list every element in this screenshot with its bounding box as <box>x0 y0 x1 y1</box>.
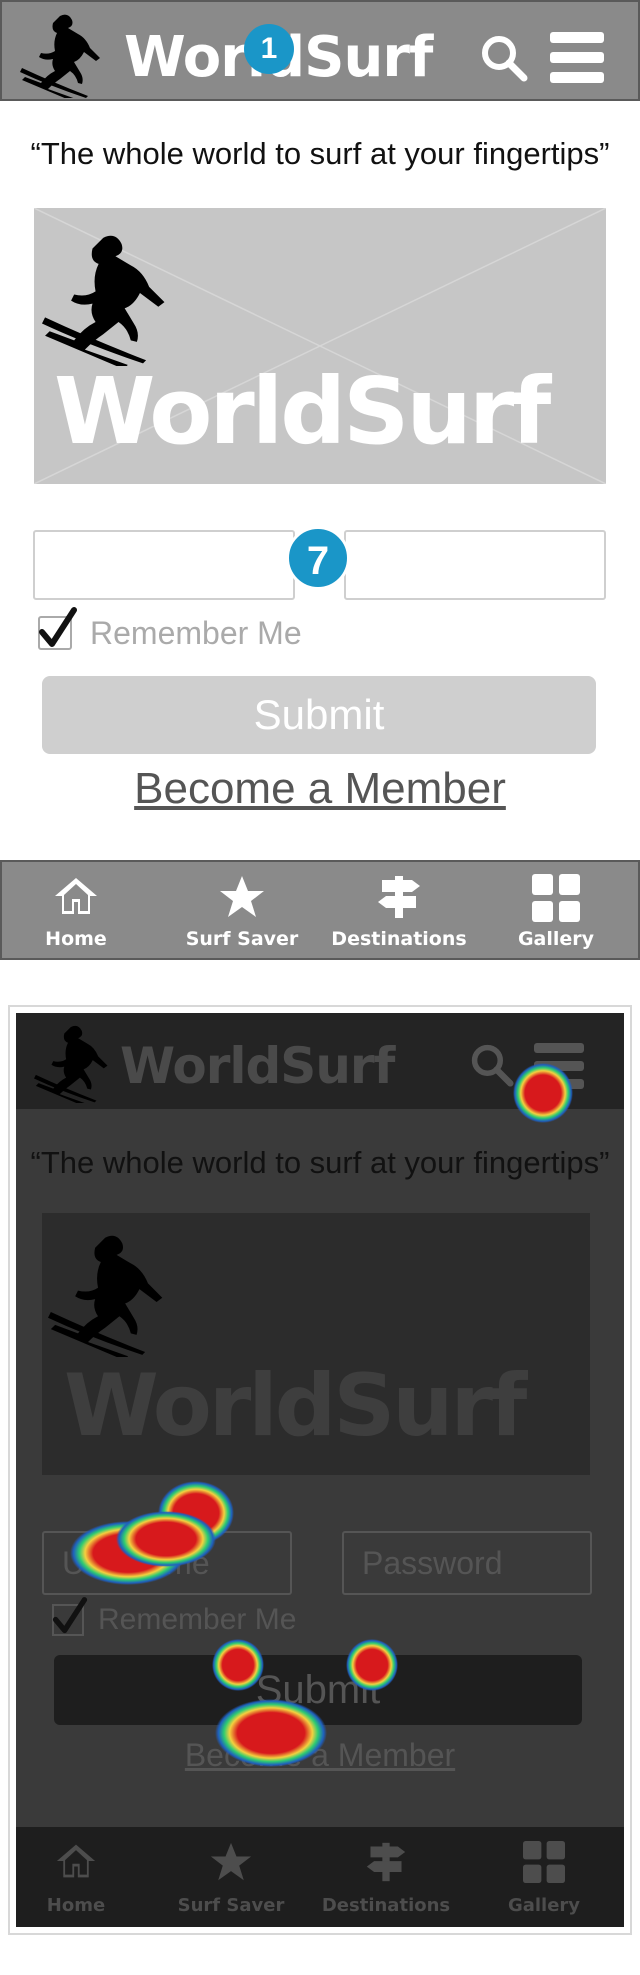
tab-label: Home <box>45 928 107 950</box>
tab-label: Surf Saver <box>185 928 299 950</box>
hero-brand-name: WorldSurf <box>54 358 551 465</box>
password-field[interactable] <box>344 530 606 600</box>
grid-icon <box>532 874 580 922</box>
signpost-icon <box>378 876 420 918</box>
star-icon <box>220 876 264 917</box>
annotation-badge: 7 <box>286 526 350 590</box>
tab-destinations[interactable]: Destinations <box>324 862 474 958</box>
tagline: “The whole world to surf at your fingert… <box>30 136 610 171</box>
tab-home[interactable]: Home <box>16 862 136 958</box>
heat-spot-submit <box>346 1639 398 1691</box>
heat-spot-submit <box>212 1639 264 1691</box>
remember-me-row: Remember Me <box>38 607 302 656</box>
surfer-logo-icon[interactable] <box>20 10 118 98</box>
tab-label: Gallery <box>517 928 595 950</box>
heatmap-dimmed-screen: WorldSurf “The whole world to surf at yo… <box>16 1013 624 1927</box>
search-icon[interactable] <box>480 34 528 82</box>
tab-label: Destinations <box>331 928 467 950</box>
home-icon <box>55 878 97 914</box>
bottom-tab-bar: Home Surf Saver Destinations Gallery <box>0 860 640 960</box>
heat-spot-username <box>116 1511 216 1567</box>
username-field[interactable] <box>33 530 295 600</box>
heat-spot-member-link <box>215 1699 327 1767</box>
heatmap-screenshot: WorldSurf “The whole world to surf at yo… <box>8 1005 632 1935</box>
hamburger-menu-icon[interactable] <box>550 32 604 84</box>
become-member-link[interactable]: Become a Member <box>0 764 640 814</box>
tab-surf-saver[interactable]: Surf Saver <box>172 862 312 958</box>
click-heatmap-layer <box>70 1063 573 1767</box>
mobile-prototype: WorldSurf 1 “The whole world to surf at … <box>0 0 640 960</box>
heat-spot-menu <box>513 1063 573 1123</box>
tab-gallery[interactable]: Gallery <box>496 862 616 958</box>
annotation-badge: 1 <box>244 24 294 74</box>
submit-button[interactable]: Submit <box>42 676 596 754</box>
app-header: WorldSurf 1 <box>0 0 640 101</box>
surfer-silhouette-icon <box>42 235 165 366</box>
hero-image-placeholder: WorldSurf <box>34 208 606 484</box>
checkmark-icon <box>39 607 77 647</box>
remember-me-label: Remember Me <box>90 614 302 651</box>
remember-me-checkbox[interactable] <box>38 607 77 650</box>
